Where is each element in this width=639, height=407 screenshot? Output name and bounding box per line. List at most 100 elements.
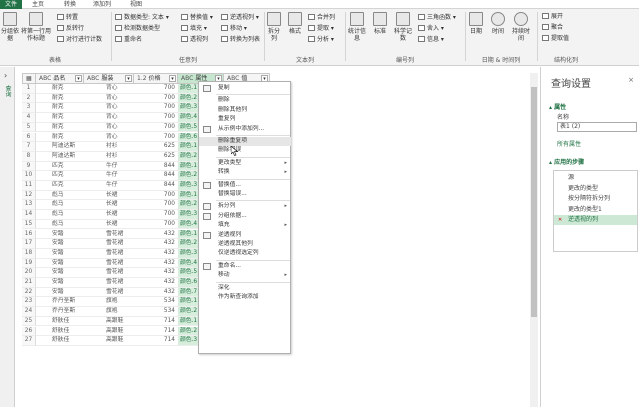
row-number[interactable]: 11	[22, 181, 36, 191]
aggregate-button[interactable]: 聚合	[542, 23, 563, 32]
cloth-cell[interactable]: 长裙	[84, 210, 134, 220]
price-cell[interactable]: 844	[134, 171, 178, 181]
menu-item[interactable]: 删除	[199, 96, 291, 105]
delete-step-icon[interactable]: ✕	[558, 215, 562, 225]
row-number[interactable]: 27	[22, 336, 36, 346]
cloth-cell[interactable]: 牛仔	[84, 162, 134, 172]
name-cell[interactable]: 安踏	[36, 239, 84, 249]
applied-step[interactable]: 源	[554, 173, 637, 183]
trig-button[interactable]: 三角函数 ▾	[418, 13, 456, 22]
price-cell[interactable]: 700	[134, 123, 178, 133]
move-button[interactable]: 移动 ▾	[221, 24, 247, 33]
price-cell[interactable]: 844	[134, 181, 178, 191]
filter-dropdown-icon[interactable]: ▾	[169, 75, 176, 82]
cloth-cell[interactable]: 背心	[84, 103, 134, 114]
name-cell[interactable]: 耐克	[36, 133, 84, 143]
row-index-header[interactable]: ▦	[22, 73, 36, 84]
row-number[interactable]: 16	[22, 229, 36, 240]
price-cell[interactable]: 700	[134, 191, 178, 201]
scientific-button[interactable]: 科学记数	[392, 12, 414, 42]
merge-columns-button[interactable]: 合并列	[308, 13, 335, 22]
name-cell[interactable]: 安踏	[36, 268, 84, 278]
price-cell[interactable]: 714	[134, 317, 178, 327]
vertical-scrollbar[interactable]	[530, 73, 538, 407]
filter-dropdown-icon[interactable]: ▾	[125, 75, 132, 82]
price-cell[interactable]: 700	[134, 210, 178, 220]
price-cell[interactable]: 432	[134, 239, 178, 249]
cloth-cell[interactable]: 雪花裙	[84, 268, 134, 278]
price-cell[interactable]: 700	[134, 113, 178, 123]
name-cell[interactable]: 耐克	[36, 123, 84, 133]
column-header-price[interactable]: 1.2 价格 ▾	[134, 73, 178, 84]
cloth-cell[interactable]: 长裙	[84, 191, 134, 201]
rename-button[interactable]: 重命名	[115, 35, 142, 44]
expand-button[interactable]: 展开	[542, 12, 563, 21]
row-number[interactable]: 3	[22, 103, 36, 114]
cloth-cell[interactable]: 长裙	[84, 200, 134, 211]
close-icon[interactable]: ×	[628, 76, 634, 84]
extract-button[interactable]: 提取 ▾	[308, 24, 334, 33]
price-cell[interactable]: 432	[134, 278, 178, 288]
group-by-button[interactable]: 分组依据	[1, 12, 19, 42]
rounding-button[interactable]: 舍入 ▾	[418, 24, 444, 33]
name-cell[interactable]: 安踏	[36, 278, 84, 288]
applied-steps-header[interactable]: ▴ 应用的步骤	[549, 157, 584, 166]
name-cell[interactable]: 彪马	[36, 191, 84, 201]
cloth-cell[interactable]: 旗袍	[84, 297, 134, 308]
row-number[interactable]: 23	[22, 297, 36, 308]
cloth-cell[interactable]: 雪花裙	[84, 278, 134, 288]
price-cell[interactable]: 432	[134, 288, 178, 298]
statistics-button[interactable]: 统计信息	[346, 12, 368, 42]
all-properties-link[interactable]: 所有属性	[557, 139, 581, 148]
name-cell[interactable]: 安踏	[36, 259, 84, 269]
tab-home[interactable]: 主页	[32, 0, 48, 9]
reverse-rows-button[interactable]: 反转行	[57, 24, 84, 33]
tab-transform[interactable]: 转换	[64, 0, 80, 9]
menu-item[interactable]: 复制	[199, 84, 291, 93]
price-cell[interactable]: 432	[134, 268, 178, 278]
row-number[interactable]: 14	[22, 210, 36, 220]
row-number[interactable]: 13	[22, 200, 36, 211]
duration-button[interactable]: 持续时间	[511, 12, 531, 42]
name-cell[interactable]: 安踏	[36, 249, 84, 259]
cloth-cell[interactable]: 衬衫	[84, 142, 134, 152]
name-cell[interactable]: 舒肤佳	[36, 336, 84, 346]
first-row-header-button[interactable]: 将第一行用作标题	[20, 12, 52, 42]
menu-item[interactable]: 替换错误...	[199, 190, 291, 199]
row-number[interactable]: 22	[22, 287, 36, 298]
cloth-cell[interactable]: 高跟鞋	[84, 336, 134, 346]
row-number[interactable]: 2	[22, 93, 36, 104]
row-number[interactable]: 15	[22, 219, 36, 230]
menu-item[interactable]: 从示例中添加列...	[199, 125, 291, 134]
applied-step[interactable]: 按分隔符拆分列	[554, 194, 637, 204]
price-cell[interactable]: 625	[134, 142, 178, 152]
name-cell[interactable]: 匹克	[36, 171, 84, 181]
unpivot-button[interactable]: 逆透视列 ▾	[221, 13, 259, 22]
applied-step[interactable]: 更改的类型1	[554, 205, 637, 215]
count-rows-button[interactable]: 对行进行计数	[57, 35, 102, 44]
data-type-dropdown[interactable]: 数据类型: 文本 ▾	[115, 13, 169, 22]
transpose-button[interactable]: 转置	[57, 13, 78, 22]
menu-item[interactable]: 作为新查询添加	[199, 293, 291, 302]
row-number[interactable]: 26	[22, 326, 36, 337]
parse-button[interactable]: 分析 ▾	[308, 35, 334, 44]
price-cell[interactable]: 844	[134, 162, 178, 172]
menu-item[interactable]: 分组依据...	[199, 212, 291, 221]
name-cell[interactable]: 耐克	[36, 113, 84, 123]
applied-step[interactable]: 更改的类型	[554, 184, 637, 194]
name-cell[interactable]: 匹克	[36, 162, 84, 172]
row-number[interactable]: 10	[22, 171, 36, 181]
cloth-cell[interactable]: 旗袍	[84, 307, 134, 317]
menu-item[interactable]: 删除重复项	[199, 137, 291, 146]
cloth-cell[interactable]: 背心	[84, 113, 134, 123]
menu-item[interactable]: 仅逆透视选定列	[199, 249, 291, 258]
tab-add-column[interactable]: 添加列	[93, 0, 117, 9]
cloth-cell[interactable]: 雪花裙	[84, 288, 134, 298]
tab-view[interactable]: 视图	[130, 0, 146, 9]
pivot-button[interactable]: 透视列	[181, 35, 208, 44]
row-number[interactable]: 25	[22, 316, 36, 327]
price-cell[interactable]: 700	[134, 84, 178, 94]
menu-item[interactable]: 逆透视列	[199, 231, 291, 240]
price-cell[interactable]: 700	[134, 103, 178, 114]
cloth-cell[interactable]: 衬衫	[84, 152, 134, 162]
